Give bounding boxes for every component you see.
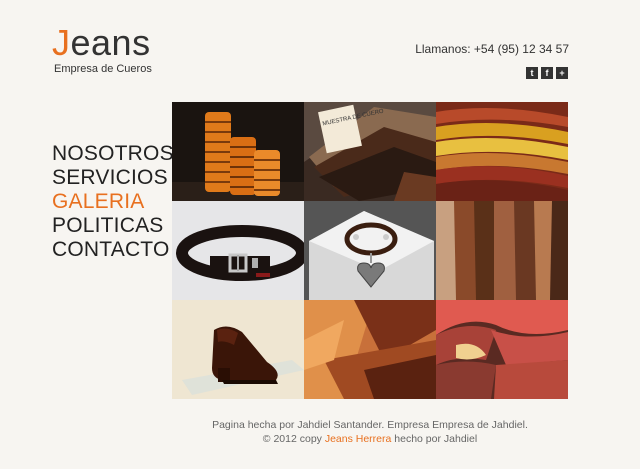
logo-tagline: Empresa de Cueros	[54, 63, 152, 75]
leather-swatches-image: MUESTRA DE CUERO	[304, 102, 436, 201]
facebook-icon[interactable]: f	[541, 67, 553, 79]
leather-shoe-image	[172, 300, 304, 399]
footer-copy-pre: © 2012 copy	[262, 433, 322, 445]
gallery-photo-leather-closeup[interactable]	[304, 300, 436, 399]
nav-politicas[interactable]: POLITICAS	[52, 214, 174, 238]
leather-rolls-image	[172, 102, 304, 201]
phone-number: Llamanos: +54 (95) 12 34 57	[415, 42, 569, 56]
gallery-photo-leather-shoe[interactable]	[172, 300, 304, 399]
leather-closeup-image	[304, 300, 436, 399]
footer-copyright: © 2012 copy Jeans Herrera hecho por Jahd…	[100, 432, 640, 446]
footer-brand-link[interactable]: Jeans Herrera	[325, 433, 392, 445]
social-links: t f +	[526, 67, 568, 79]
gallery-photo-leather-bracelet[interactable]	[304, 201, 436, 300]
logo[interactable]: Jeans Empresa de Cueros	[52, 24, 152, 76]
photo-gallery: MUESTRA DE CUERO	[172, 102, 568, 399]
footer-credits: Pagina hecha por Jahdiel Santander. Empr…	[212, 419, 528, 431]
nav-contacto[interactable]: CONTACTO	[52, 238, 174, 262]
footer-copy-post: hecho por Jahdiel	[394, 433, 478, 445]
footer: Pagina hecha por Jahdiel Santander. Empr…	[0, 418, 640, 446]
leather-bracelet-image	[304, 201, 436, 300]
gallery-photo-leather-swatches[interactable]: MUESTRA DE CUERO	[304, 102, 436, 201]
logo-wordmark: Jeans	[52, 24, 152, 62]
leather-belt-image	[172, 201, 304, 300]
main-nav: NOSOTROS SERVICIOS GALERIA POLITICAS CON…	[52, 142, 174, 262]
gallery-photo-stacked-hides[interactable]	[436, 102, 568, 201]
logo-initial: J	[52, 22, 71, 63]
gallery-photo-leather-belt[interactable]	[172, 201, 304, 300]
logo-rest: eans	[70, 22, 151, 63]
nav-galeria[interactable]: GALERIA	[52, 190, 174, 214]
stacked-hides-image	[436, 102, 568, 201]
nav-servicios[interactable]: SERVICIOS	[52, 166, 174, 190]
twitter-icon[interactable]: t	[526, 67, 538, 79]
gallery-photo-hanging-hides[interactable]	[436, 201, 568, 300]
leather-pieces-image	[436, 300, 568, 399]
gallery-photo-leather-pieces[interactable]	[436, 300, 568, 399]
hanging-hides-image	[436, 201, 568, 300]
gallery-photo-leather-rolls[interactable]	[172, 102, 304, 201]
plus-icon[interactable]: +	[556, 67, 568, 79]
nav-nosotros[interactable]: NOSOTROS	[52, 142, 174, 166]
